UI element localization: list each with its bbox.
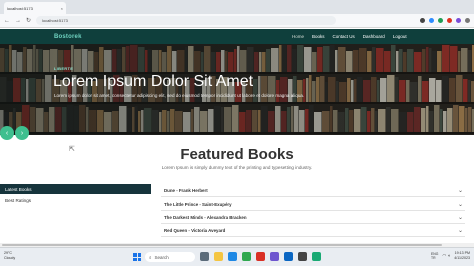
file-explorer-icon[interactable] (214, 252, 223, 261)
extension-icons (420, 18, 470, 23)
tab-close-icon[interactable]: × (61, 6, 63, 11)
hero-title: Lorem Ipsum Dolor Sit Amet (53, 73, 254, 90)
reload-icon[interactable]: ↻ (26, 17, 31, 24)
address-bar-row: ← → ↻ localhost:5173 (0, 14, 474, 28)
scrollbar-thumb[interactable] (2, 244, 442, 246)
extension-icon[interactable] (456, 18, 461, 23)
forward-arrow-icon[interactable]: → (15, 18, 21, 24)
site-navbar: Bostorek Home Books Contact Us Dashboard… (0, 29, 474, 44)
chevron-down-icon[interactable]: ⌄ (458, 227, 463, 234)
app-icon[interactable] (256, 252, 265, 261)
brand-logo[interactable]: Bostorek (54, 34, 82, 40)
app-icon[interactable] (270, 252, 279, 261)
nav-link-dashboard[interactable]: Dashboard (363, 34, 385, 39)
browser-tab[interactable]: localhost:5173 × (4, 2, 66, 14)
nav-link-contact[interactable]: Contact Us (333, 34, 355, 39)
taskbar-search[interactable]: ⌕ Search (145, 252, 195, 262)
extension-icon[interactable] (420, 18, 425, 23)
nav-link-books[interactable]: Books (312, 34, 325, 39)
nav-links: Home Books Contact Us Dashboard Logout (292, 34, 407, 39)
wifi-volume-icons[interactable]: ◠ ◖ (442, 253, 450, 259)
hero-description: Lorem ipsum dolor sit amet, consectetur … (54, 93, 305, 98)
weather-desc: Cloudy (4, 256, 16, 260)
chevron-down-icon[interactable]: ⌄ (458, 201, 463, 208)
book-accordion-item[interactable]: Red Queen - Victoria Aveyard ⌄ (161, 224, 465, 237)
chevron-down-icon[interactable]: ⌄ (458, 214, 463, 221)
book-title: Dune - Frank Herbert (164, 187, 208, 193)
chrome-icon[interactable] (242, 252, 251, 261)
edge-browser-icon[interactable] (228, 252, 237, 261)
nav-link-logout[interactable]: Logout (393, 34, 407, 39)
taskbar-apps (200, 252, 321, 261)
system-tray: ENG TR ◠ ◖ 19:13 PM 4/11/2023 (431, 251, 470, 261)
extension-icon[interactable] (429, 18, 434, 23)
nav-link-home[interactable]: Home (292, 34, 304, 39)
back-arrow-icon[interactable]: ← (4, 18, 10, 24)
url-field[interactable]: localhost:5173 (36, 16, 337, 25)
hero-kicker: LIBERTE (54, 66, 74, 71)
browser-tab-strip: localhost:5173 × (0, 0, 474, 14)
book-accordion-item[interactable]: The Little Prince - Saint-Exupéry ⌄ (161, 198, 465, 211)
windows-taskbar: 29°C Cloudy ⌕ Search ENG TR ◠ ◖ 19:13 PM… (0, 247, 474, 266)
search-label: Search (154, 254, 169, 260)
extension-icon[interactable] (438, 18, 443, 23)
terminal-icon[interactable] (298, 252, 307, 261)
chevron-down-icon[interactable]: ⌄ (458, 187, 463, 194)
tab-title: localhost:5173 (7, 5, 33, 11)
language-indicator[interactable]: ENG TR (431, 252, 438, 261)
featured-subtitle: Lorem Ipsum is simply dummy text of the … (161, 165, 313, 170)
extension-icon[interactable] (447, 18, 452, 23)
hero-banner: LIBERTE Lorem Ipsum Dolor Sit Amet Lorem… (0, 44, 474, 135)
slider-prev-button[interactable]: ‹ (0, 126, 14, 140)
featured-title: Featured Books (180, 146, 294, 163)
book-accordion-item[interactable]: Dune - Frank Herbert ⌄ (161, 184, 465, 197)
app-icon[interactable] (312, 252, 321, 261)
search-icon: ⌕ (149, 254, 152, 260)
profile-avatar[interactable] (465, 18, 470, 23)
category-latest-books[interactable]: Latest Books (0, 184, 151, 194)
book-accordion-item[interactable]: The Darkest Minds - Alexandra Bracken ⌄ (161, 211, 465, 224)
book-title: Red Queen - Victoria Aveyard (164, 227, 226, 233)
vscode-icon[interactable] (284, 252, 293, 261)
clock-date: 4/11/2023 (454, 256, 470, 260)
task-view-icon[interactable] (200, 252, 209, 261)
category-best-ratings[interactable]: Best Ratings (0, 195, 151, 205)
book-title: The Little Prince - Saint-Exupéry (164, 201, 232, 207)
weather-widget[interactable]: 29°C Cloudy (4, 251, 15, 261)
slider-next-button[interactable]: › (15, 126, 29, 140)
book-title: The Darkest Minds - Alexandra Bracken (164, 214, 247, 220)
language-line: TR (431, 256, 436, 260)
clock[interactable]: 19:13 PM 4/11/2023 (454, 251, 470, 261)
windows-start-icon[interactable] (133, 253, 141, 261)
